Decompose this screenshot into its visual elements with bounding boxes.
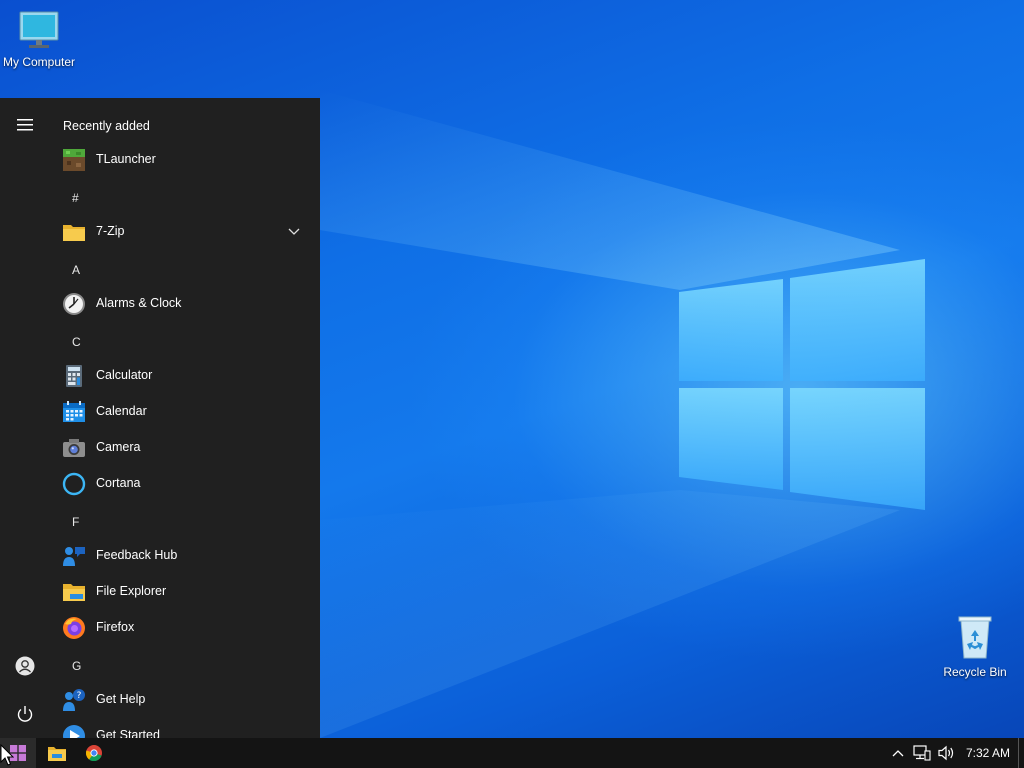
mouse-cursor-icon <box>0 744 14 766</box>
power-icon <box>17 706 33 722</box>
file-explorer-taskbar-button[interactable] <box>39 738 75 768</box>
app-item-cortana[interactable]: Cortana <box>50 466 320 502</box>
calculator-icon <box>66 365 82 387</box>
app-item-get-help[interactable]: ? Get Help <box>50 682 320 718</box>
chrome-icon <box>86 745 102 761</box>
desktop-icon-recycle-bin[interactable]: Recycle Bin <box>930 614 1020 679</box>
folder-icon <box>63 225 85 241</box>
user-account-button[interactable] <box>9 650 41 682</box>
tlauncher-icon <box>63 149 85 171</box>
taskbar-clock[interactable]: 7:32 AM <box>960 738 1016 768</box>
app-item-calendar[interactable]: Calendar <box>50 394 320 430</box>
network-icon <box>913 745 931 761</box>
tray-overflow-button[interactable] <box>888 738 908 768</box>
hamburger-menu-button[interactable] <box>9 109 41 141</box>
power-button[interactable] <box>9 698 41 730</box>
group-header-c[interactable]: C <box>72 335 81 349</box>
chrome-taskbar-button[interactable] <box>76 738 112 768</box>
app-name: Calendar <box>96 404 147 418</box>
recycle-bin-icon <box>958 616 992 659</box>
desktop-icon-label: Recycle Bin <box>943 665 1007 679</box>
windows-logo-graphic <box>679 259 925 510</box>
app-item-alarms-clock[interactable]: Alarms & Clock <box>50 286 320 322</box>
start-menu: Recently added TLauncher # 7-Zip A Alarm… <box>0 98 320 738</box>
app-name: Feedback Hub <box>96 548 178 562</box>
feedback-hub-icon <box>63 547 85 566</box>
group-header-hash[interactable]: # <box>72 191 79 205</box>
app-item-get-started[interactable]: Get Started <box>50 718 320 738</box>
recently-added-header: Recently added <box>63 119 150 133</box>
firefox-icon <box>63 617 85 639</box>
app-name: Firefox <box>96 620 135 634</box>
app-name: Get Help <box>96 692 146 706</box>
app-name: Camera <box>96 440 141 454</box>
desktop-icon-my-computer[interactable]: My Computer <box>0 10 84 69</box>
app-item-feedback-hub[interactable]: Feedback Hub <box>50 538 320 574</box>
network-button[interactable] <box>910 738 934 768</box>
app-name: Cortana <box>96 476 141 490</box>
chevron-down-icon[interactable] <box>288 225 300 237</box>
hamburger-menu-icon <box>17 119 33 131</box>
app-name: TLauncher <box>96 152 156 166</box>
chevron-up-icon <box>892 750 904 757</box>
app-name: File Explorer <box>96 584 167 598</box>
volume-button[interactable] <box>934 738 958 768</box>
group-header-a[interactable]: A <box>72 263 80 277</box>
clock-icon <box>63 293 85 315</box>
file-explorer-icon <box>48 747 66 761</box>
app-list: Recently added TLauncher # 7-Zip A Alarm… <box>50 98 320 738</box>
group-header-g[interactable]: G <box>72 659 81 673</box>
app-item-camera[interactable]: Camera <box>50 430 320 466</box>
monitor-icon <box>19 11 59 48</box>
camera-icon <box>63 439 85 457</box>
cortana-icon <box>62 472 86 496</box>
file-explorer-icon <box>63 584 85 601</box>
get-help-icon: ? <box>63 689 85 711</box>
desktop-icon-label: My Computer <box>2 55 76 69</box>
start-menu-rail <box>0 98 50 738</box>
app-name: Get Started <box>96 728 160 738</box>
app-item-7zip[interactable]: 7-Zip <box>50 214 320 250</box>
user-account-icon <box>15 656 35 676</box>
taskbar: 7:32 AM <box>0 738 1024 768</box>
show-desktop-button[interactable] <box>1018 738 1024 768</box>
app-item-calculator[interactable]: Calculator <box>50 358 320 394</box>
app-name: Alarms & Clock <box>96 296 182 310</box>
app-name: 7-Zip <box>96 224 125 238</box>
get-started-icon <box>63 725 85 738</box>
group-header-f[interactable]: F <box>72 515 79 529</box>
calendar-icon <box>63 401 85 422</box>
svg-text:?: ? <box>77 691 82 701</box>
app-item-tlauncher[interactable]: TLauncher <box>50 142 320 178</box>
app-item-firefox[interactable]: Firefox <box>50 610 320 646</box>
app-name: Calculator <box>96 368 153 382</box>
volume-icon <box>938 745 954 761</box>
app-item-file-explorer[interactable]: File Explorer <box>50 574 320 610</box>
